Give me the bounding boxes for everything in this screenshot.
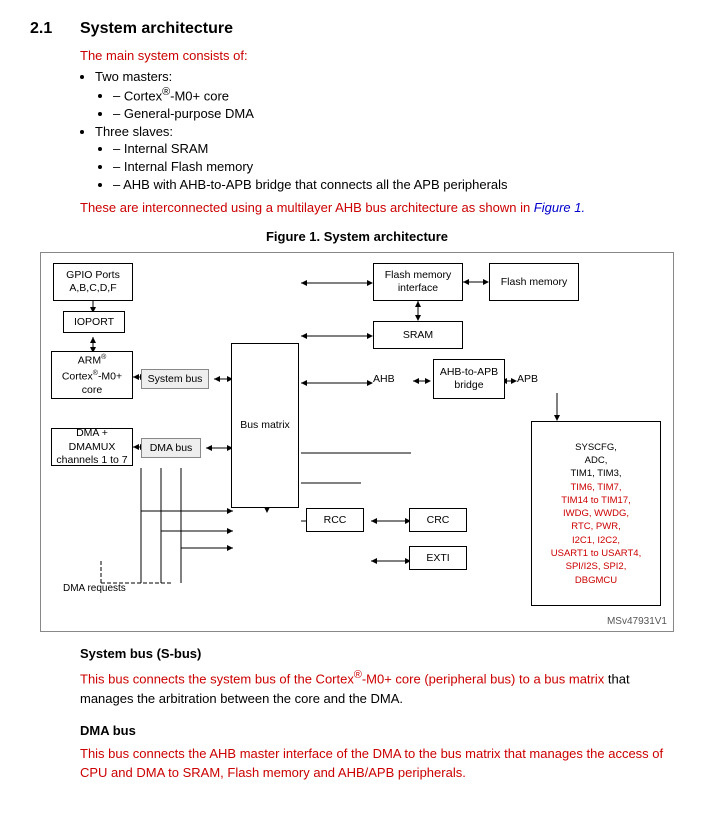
bullet-slaves: Three slaves: Internal SRAM Internal Fla… [95,124,684,192]
exti-box: EXTI [409,546,467,570]
subsection-dma-bus-title: DMA bus [80,723,684,738]
arm-core-box: ARM®Cortex®-M0+core [51,351,133,399]
sub-item-sram: Internal SRAM [113,141,684,156]
sram-box: SRAM [373,321,463,349]
exti-label: EXTI [426,552,449,566]
subsection-system-bus-title: System bus (S-bus) [80,646,684,661]
ioport-label: IOPORT [74,316,114,330]
crc-label: CRC [427,514,450,528]
subsection-system-bus: System bus (S-bus) This bus connects the… [30,646,684,708]
intro-text: The main system consists of: [80,48,684,63]
arm-core-label: ARM®Cortex®-M0+core [62,353,122,397]
sub-item-ahb: AHB with AHB-to-APB bridge that connects… [113,177,684,192]
figure1-link[interactable]: Figure 1. [534,200,585,215]
section-number: 2.1 [30,20,60,38]
dma-label: DMA + DMAMUXchannels 1 to 7 [54,427,130,468]
figure-caption: Figure 1. System architecture [30,229,684,244]
sram-label: SRAM [403,329,433,343]
gpio-label: GPIO PortsA,B,C,D,F [66,269,120,296]
system-bus-box: System bus [141,369,209,389]
subsection-system-bus-text: This bus connects the system bus of the … [80,667,684,708]
peripherals-text: SYSCFG,ADC,TIM1, TIM3, TIM6, TIM7,TIM14 … [551,441,641,587]
ioport-box: IOPORT [63,311,125,333]
sub-list-slaves: Internal SRAM Internal Flash memory AHB … [113,141,684,192]
sub-item-cortex: Cortex®-M0+ core [113,86,684,103]
ahb-label: AHB [373,373,395,385]
section-title: System architecture [80,20,233,38]
bus-matrix-box: Bus matrix [231,343,299,508]
sub-list-masters: Cortex®-M0+ core General-purpose DMA [113,86,684,121]
rcc-box: RCC [306,508,364,532]
rcc-label: RCC [324,514,347,528]
crc-box: CRC [409,508,467,532]
subsection-dma-bus-text: This bus connects the AHB master interfa… [80,744,684,783]
flash-memory-box: Flash memory [489,263,579,301]
apb-label: APB [517,373,538,385]
flash-interface-box: Flash memoryinterface [373,263,463,301]
bullet-list: Two masters: Cortex®-M0+ core General-pu… [95,69,684,192]
diagram-container: GPIO PortsA,B,C,D,F IOPORT ARM®Cortex®-M… [40,252,674,632]
sub-item-dma: General-purpose DMA [113,106,684,121]
flash-memory-label: Flash memory [501,276,568,290]
gpio-box: GPIO PortsA,B,C,D,F [53,263,133,301]
ahb-apb-label: AHB-to-APBbridge [440,366,498,393]
conclusion-text: These are interconnected using a multila… [80,200,684,215]
sub-item-flash: Internal Flash memory [113,159,684,174]
dma-requests-label: DMA requests [63,583,126,594]
dma-bus-box: DMA bus [141,438,201,458]
peripherals-box: SYSCFG,ADC,TIM1, TIM3, TIM6, TIM7,TIM14 … [531,421,661,606]
section-header: 2.1 System architecture [30,20,684,38]
flash-interface-label: Flash memoryinterface [385,269,452,296]
msv-label: MSv47931V1 [607,616,667,627]
bus-matrix-label: Bus matrix [240,419,290,433]
conclusion-intro: These are interconnected using a multila… [80,200,534,215]
dma-bus-label: DMA bus [150,442,193,456]
ahb-apb-box: AHB-to-APBbridge [433,359,505,399]
bullet-masters: Two masters: Cortex®-M0+ core General-pu… [95,69,684,121]
subsection-dma-bus: DMA bus This bus connects the AHB master… [30,723,684,783]
peripherals-tim6: TIM6, TIM7,TIM14 to TIM17,IWDG, WWDG,RTC… [551,482,641,586]
dma-box: DMA + DMAMUXchannels 1 to 7 [51,428,133,466]
system-bus-label: System bus [148,373,203,387]
